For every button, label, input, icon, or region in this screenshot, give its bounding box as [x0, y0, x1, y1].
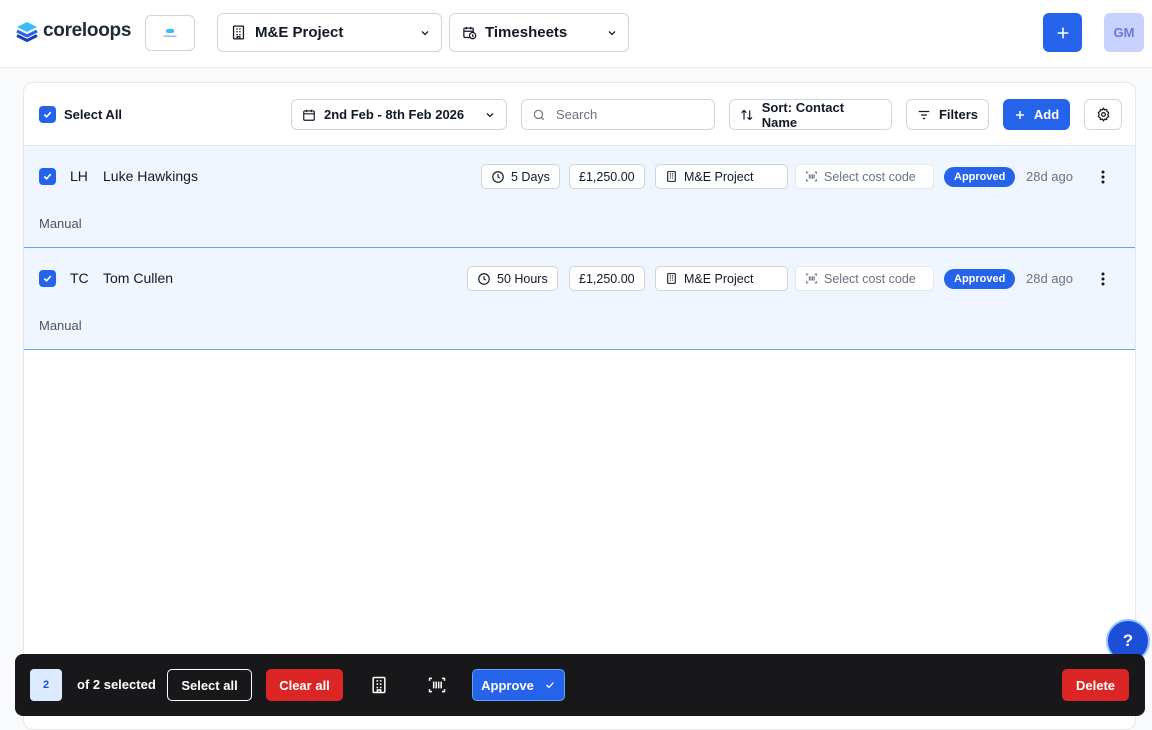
amount-pill[interactable]: £1,250.00: [569, 164, 645, 189]
duration-pill[interactable]: 5 Days: [481, 164, 560, 189]
org-logo-mark: [166, 28, 174, 33]
approve-label: Approve: [481, 677, 534, 693]
duration-value: 5 Days: [511, 169, 550, 184]
clock-icon: [492, 170, 504, 183]
bulk-action-bar: 2 of 2 selected Select all Clear all App…: [15, 654, 1145, 716]
barcode-scan-icon: [428, 677, 446, 693]
filter-lines-icon: [918, 110, 930, 119]
plus-icon: [1015, 110, 1024, 119]
gear-icon: [1097, 107, 1109, 122]
search-icon: [533, 109, 545, 120]
building-icon: [667, 273, 676, 284]
timesheets-card: Select All 2nd Feb - 8th Feb 2026 Sort: …: [23, 82, 1136, 730]
contact-name: Tom Cullen: [103, 270, 174, 286]
row-actions-button[interactable]: [1096, 167, 1110, 187]
coreloops-logo[interactable]: coreloops: [15, 20, 131, 42]
check-icon: [43, 111, 52, 118]
contact-initials: LH: [70, 168, 88, 184]
bulk-assign-project-button[interactable]: [367, 673, 391, 697]
barcode-scan-icon: [806, 171, 817, 182]
building-icon: [232, 25, 245, 40]
select-all-checkbox[interactable]: [39, 106, 56, 123]
more-vertical-icon: [1101, 272, 1105, 286]
project-select-label: M&E Project: [255, 24, 344, 41]
select-all-toggle[interactable]: Select All: [39, 106, 122, 123]
logo-text: coreloops: [43, 20, 132, 41]
project-pill[interactable]: M&E Project: [655, 164, 788, 189]
user-avatar[interactable]: GM: [1104, 13, 1144, 52]
org-logo-text: coreloops: [163, 33, 177, 38]
selected-count-text: of 2 selected: [77, 677, 156, 692]
project-pill[interactable]: M&E Project: [655, 266, 788, 291]
clear-all-button[interactable]: Clear all: [266, 669, 343, 701]
calendar-icon: [303, 109, 315, 121]
amount-value: £1,250.00: [579, 271, 635, 286]
calendar-clock-icon: [463, 26, 477, 40]
layers-logo-icon: [16, 22, 38, 42]
check-icon: [43, 173, 52, 180]
add-label: Add: [1033, 107, 1060, 122]
cost-code-placeholder: Select cost code: [824, 169, 916, 184]
create-new-button[interactable]: [1043, 13, 1082, 52]
project-value: M&E Project: [684, 271, 754, 286]
table-row[interactable]: LH Luke Hawkings 5 Days £1,250.00 M&E Pr…: [24, 146, 1135, 248]
delete-button[interactable]: Delete: [1062, 669, 1129, 701]
add-button[interactable]: Add: [1003, 99, 1070, 130]
building-icon: [372, 676, 386, 694]
cost-code-select[interactable]: Select cost code: [795, 266, 934, 291]
bulk-select-all-button[interactable]: Select all: [167, 669, 252, 701]
top-bar: coreloops coreloops M&E Project Timeshee…: [0, 0, 1152, 68]
cost-code-placeholder: Select cost code: [824, 271, 916, 286]
project-select[interactable]: M&E Project: [217, 13, 442, 52]
duration-value: 50 Hours: [497, 271, 548, 286]
clock-icon: [478, 272, 490, 285]
approve-button[interactable]: Approve: [472, 669, 565, 701]
module-select-label: Timesheets: [485, 24, 568, 41]
duration-pill[interactable]: 50 Hours: [467, 266, 558, 291]
chevron-down-icon: [486, 112, 494, 117]
filters-label: Filters: [938, 107, 978, 122]
row-timestamp: 28d ago: [1026, 271, 1073, 286]
sort-arrows-icon: [741, 109, 753, 120]
search-input[interactable]: [556, 107, 696, 122]
project-value: M&E Project: [684, 169, 754, 184]
entry-source: Manual: [39, 216, 82, 231]
select-all-label: Select All: [64, 107, 123, 122]
status-badge: Approved: [944, 167, 1016, 187]
status-badge: Approved: [944, 269, 1016, 289]
filters-button[interactable]: Filters: [906, 99, 989, 130]
table-row[interactable]: TC Tom Cullen 50 Hours £1,250.00 M&E Pro…: [24, 248, 1135, 350]
amount-pill[interactable]: £1,250.00: [569, 266, 645, 291]
selected-count-badge: 2: [30, 669, 62, 701]
organisation-logo-button[interactable]: coreloops: [145, 15, 195, 51]
date-range-picker[interactable]: 2nd Feb - 8th Feb 2026: [291, 99, 507, 130]
search-box[interactable]: [521, 99, 715, 130]
plus-icon: [1057, 27, 1068, 38]
barcode-scan-icon: [806, 273, 817, 284]
sort-button[interactable]: Sort: Contact Name: [729, 99, 892, 130]
amount-value: £1,250.00: [579, 169, 635, 184]
more-vertical-icon: [1101, 170, 1105, 184]
date-range-label: 2nd Feb - 8th Feb 2026: [324, 107, 465, 122]
list-toolbar: Select All 2nd Feb - 8th Feb 2026 Sort: …: [24, 83, 1135, 146]
check-icon: [43, 275, 52, 282]
row-checkbox[interactable]: [39, 168, 56, 185]
module-select[interactable]: Timesheets: [449, 13, 629, 52]
row-actions-button[interactable]: [1096, 269, 1110, 289]
check-icon: [545, 682, 554, 689]
row-checkbox[interactable]: [39, 270, 56, 287]
chevron-down-icon: [608, 30, 616, 35]
row-timestamp: 28d ago: [1026, 169, 1073, 184]
bulk-assign-cost-code-button[interactable]: [425, 673, 449, 697]
entry-source: Manual: [39, 318, 82, 333]
contact-name: Luke Hawkings: [103, 168, 198, 184]
contact-initials: TC: [70, 270, 89, 286]
sort-label: Sort: Contact Name: [761, 99, 845, 130]
cost-code-select[interactable]: Select cost code: [795, 164, 934, 189]
building-icon: [667, 171, 676, 182]
chevron-down-icon: [421, 30, 429, 35]
settings-button[interactable]: [1084, 99, 1122, 130]
